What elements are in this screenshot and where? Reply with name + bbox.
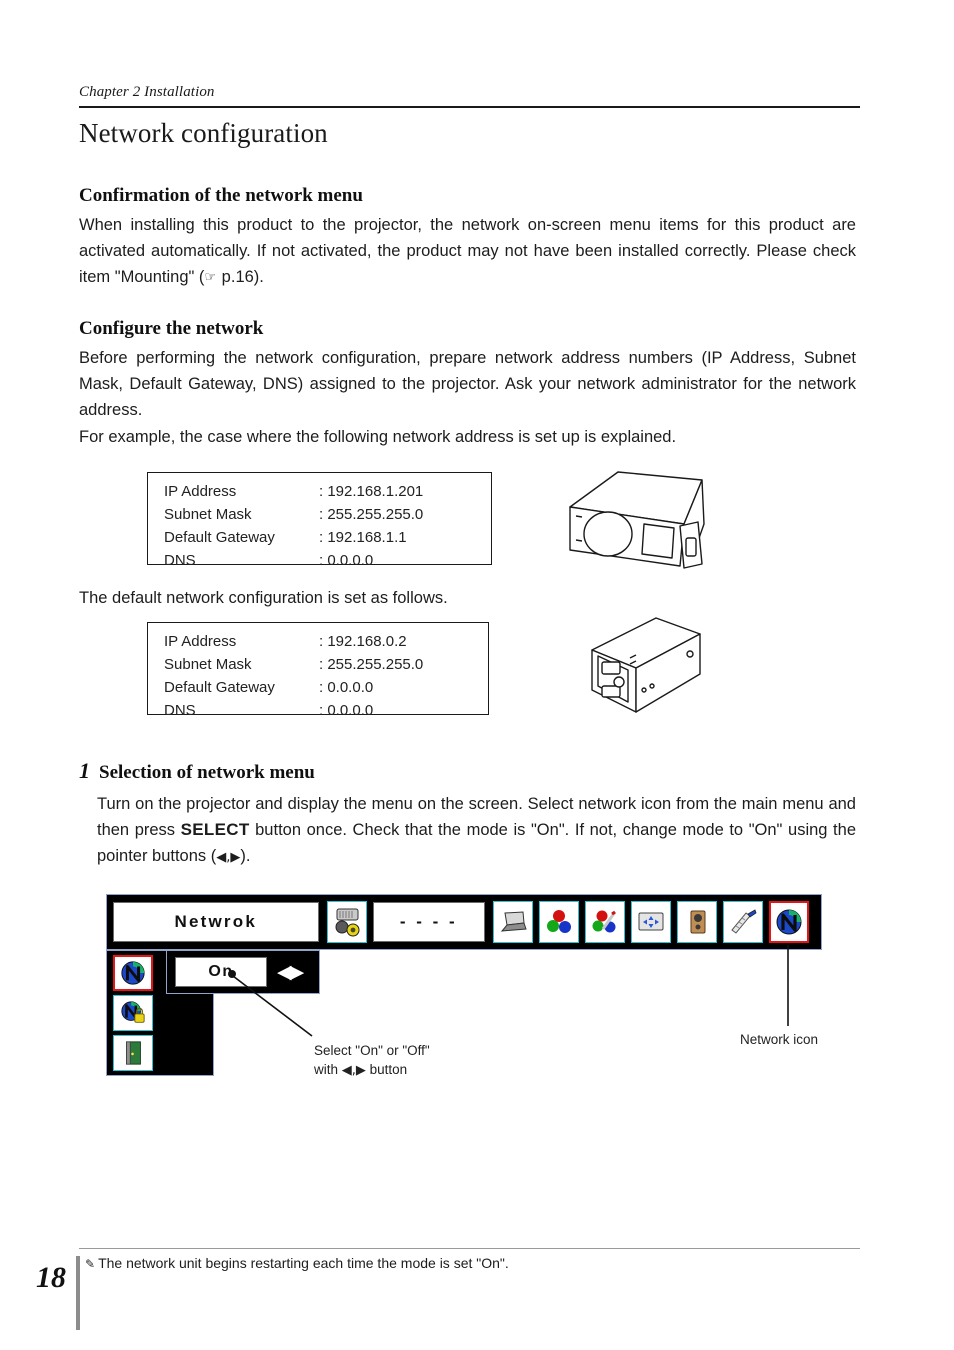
pencil-note-icon: ✎ [85, 1257, 96, 1271]
paragraph-confirmation-text-b: p.16). [217, 268, 264, 286]
screen-arrows-icon [638, 912, 664, 931]
paragraph-confirmation: When installing this product to the proj… [79, 212, 856, 291]
osd-icon-sound[interactable] [677, 901, 717, 943]
osd-left-right-arrows-icon[interactable]: ◀▶ [277, 962, 304, 982]
pointer-arrows-glyph: ◀,▶ [341, 1063, 366, 1078]
callout-line-2-pre: with [314, 1062, 342, 1077]
address-label: DNS [164, 552, 196, 569]
osd-icon-pc-adjust[interactable] [539, 901, 579, 943]
osd-icon-input-laptop[interactable] [493, 901, 533, 943]
header-rule [79, 106, 860, 108]
page-number: 18 [36, 1261, 66, 1294]
footer-rule [79, 1248, 860, 1249]
pointing-hand-icon: ☞ [204, 270, 217, 285]
table-row: DNS : 0.0.0.0 [164, 549, 479, 572]
callout-line-2-post: button [365, 1062, 408, 1077]
table-row: IP Address : 192.168.1.201 [164, 480, 479, 503]
table-row: Subnet Mask : 255.255.255.0 [164, 653, 476, 676]
osd-menu-title: Netwrok [113, 902, 319, 942]
table-row: Default Gateway : 192.168.1.1 [164, 526, 479, 549]
osd-side-icon-network[interactable] [113, 955, 153, 991]
page-title: Network configuration [79, 118, 328, 148]
address-label: IP Address [164, 483, 237, 500]
table-row: Default Gateway : 0.0.0.0 [164, 676, 476, 699]
callout-line-2: with ◀,▶ button [314, 1060, 430, 1080]
paragraph-configure: Before performing the network configurat… [79, 349, 856, 419]
paragraph-confirmation-text-a: When installing this product to the proj… [79, 216, 856, 286]
osd-icon-setting[interactable] [723, 901, 763, 943]
table-row: DNS : 0.0.0.0 [164, 699, 476, 722]
osd-icon-projector-lens[interactable] [326, 901, 367, 943]
callout-network-icon: Network icon [740, 1032, 819, 1047]
address-value: : 192.168.1.201 [319, 483, 424, 500]
footer-note-text: The network unit begins restarting each … [98, 1255, 509, 1271]
projector-illustration [569, 471, 705, 569]
image-select-brush-icon [592, 910, 617, 933]
exit-door-icon [126, 1041, 141, 1065]
footer-note: ✎ The network unit begins restarting each… [85, 1255, 509, 1271]
address-table-default: IP Address : 192.168.0.2 Subnet Mask : 2… [147, 622, 489, 719]
address-value: : 192.168.0.2 [319, 633, 407, 650]
address-label: Default Gateway [164, 679, 275, 696]
paragraph-example: For example, the case where the followin… [79, 428, 677, 446]
osd-icon-network[interactable] [769, 901, 809, 943]
osd-mode-value[interactable]: On [175, 957, 267, 987]
callout-select-on-off: Select "On" or "Off" with ◀,▶ button [314, 1041, 430, 1080]
footer-accent-bar [76, 1256, 80, 1330]
address-label: Subnet Mask [164, 506, 252, 523]
address-label: Subnet Mask [164, 656, 252, 673]
network-globe-icon [776, 909, 802, 935]
network-globe-icon [121, 961, 145, 985]
osd-side-icon-network-lock[interactable] [113, 995, 153, 1031]
pointer-arrows-glyph: ◀,▶ [216, 850, 241, 865]
table-row: Subnet Mask : 255.255.255.0 [164, 503, 479, 526]
rgb-balls-pc-adjust-icon [547, 910, 571, 933]
network-lock-icon [121, 1001, 145, 1023]
address-table-example: IP Address : 192.168.1.201 Subnet Mask :… [147, 472, 492, 569]
address-value: : 0.0.0.0 [319, 552, 374, 569]
address-value: : 192.168.1.1 [319, 529, 407, 546]
address-value: : 0.0.0.0 [319, 702, 374, 719]
step-text-c: ). [240, 847, 251, 865]
paragraph-step-instructions: Turn on the projector and display the me… [97, 791, 856, 871]
chapter-running-head: Chapter 2 Installation [79, 84, 215, 100]
callout-line-1: Select "On" or "Off" [314, 1043, 430, 1058]
address-label: IP Address [164, 633, 237, 650]
address-label: DNS [164, 702, 196, 719]
network-unit-illustration [591, 617, 701, 713]
address-value: : 255.255.255.0 [319, 506, 424, 523]
manual-page: Chapter 2 Installation Network configura… [0, 0, 954, 1350]
osd-side-icon-exit[interactable] [113, 1035, 153, 1071]
select-button-label: SELECT [180, 820, 250, 839]
table-row: IP Address : 192.168.0.2 [164, 630, 476, 653]
projector-lens-icon [335, 908, 360, 937]
address-value: : 0.0.0.0 [319, 679, 374, 696]
paragraph-default-config: The default network configuration is set… [79, 589, 448, 607]
osd-icon-screen[interactable] [631, 901, 671, 943]
section-heading-configure: Configure the network [79, 318, 264, 339]
laptop-input-icon [500, 911, 527, 932]
osd-main-menu-bar: Netwrok - - - - [106, 894, 822, 950]
setting-pen-ruler-icon [731, 909, 757, 934]
osd-icon-image-select[interactable] [585, 901, 625, 943]
speaker-sound-icon [690, 910, 706, 934]
osd-mode-row: On ◀▶ [166, 950, 320, 994]
step-title: Selection of network menu [99, 762, 315, 783]
address-label: Default Gateway [164, 529, 275, 546]
step-number: 1 [79, 758, 90, 783]
section-heading-confirmation: Confirmation of the network menu [79, 185, 363, 206]
osd-value-field[interactable]: - - - - [372, 902, 485, 942]
address-value: : 255.255.255.0 [319, 656, 424, 673]
